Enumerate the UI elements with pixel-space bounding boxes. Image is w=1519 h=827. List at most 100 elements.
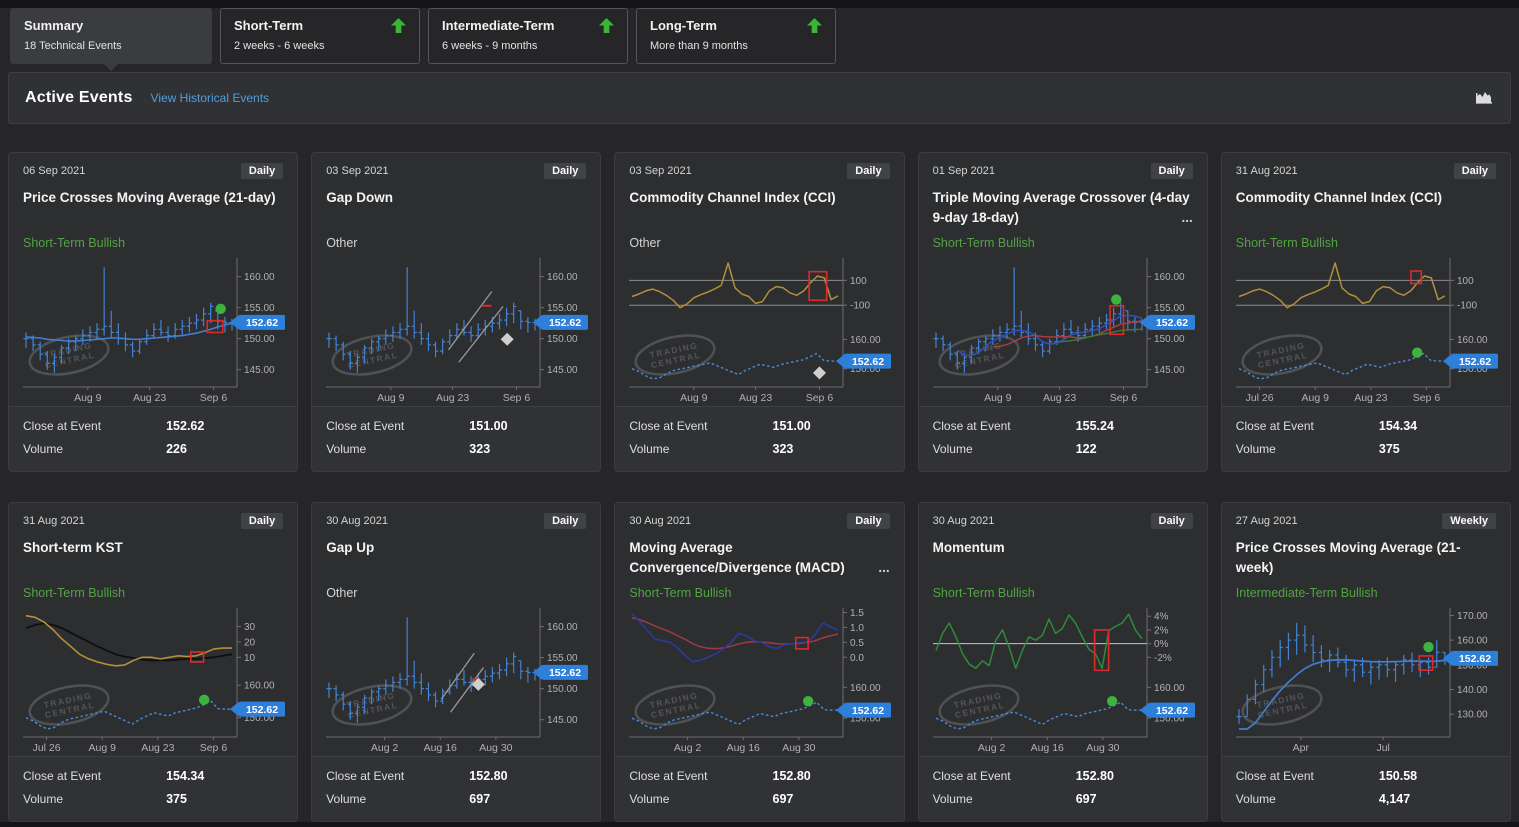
svg-text:10: 10 <box>244 653 256 664</box>
event-card-2[interactable]: 03 Sep 2021 Daily Gap Down... Other TRAD… <box>311 152 601 472</box>
event-classification: Short-Term Bullish <box>1222 236 1510 252</box>
close-at-event-value: 151.00 <box>469 415 586 438</box>
event-classification: Short-Term Bullish <box>9 586 297 602</box>
svg-text:Apr: Apr <box>1292 742 1309 754</box>
svg-text:Jul: Jul <box>1376 742 1389 754</box>
event-date: 31 Aug 2021 <box>23 515 85 527</box>
svg-text:152.62: 152.62 <box>549 317 581 329</box>
svg-text:Aug 30: Aug 30 <box>1086 742 1119 754</box>
svg-text:130.00: 130.00 <box>1457 710 1488 721</box>
tab-subtitle: 2 weeks - 6 weeks <box>234 40 406 52</box>
svg-text:Aug 9: Aug 9 <box>74 392 102 404</box>
svg-text:0.0: 0.0 <box>850 653 864 664</box>
event-mini-chart: TRADINGCENTRALAug 9Aug 23Sep 6160.00155.… <box>23 256 287 404</box>
svg-text:Aug 16: Aug 16 <box>1030 742 1063 754</box>
event-mini-chart: TRADINGCENTRALAug 9Aug 23Sep 6160.00155.… <box>933 256 1197 404</box>
close-at-event-label: Close at Event <box>629 765 772 788</box>
svg-text:152.62: 152.62 <box>549 667 581 679</box>
svg-text:152.62: 152.62 <box>852 705 884 717</box>
period-badge: Daily <box>1454 163 1496 179</box>
volume-label: Volume <box>1236 788 1379 811</box>
volume-value: 323 <box>773 438 890 461</box>
tab-title: Intermediate-Term <box>442 18 554 33</box>
event-mini-chart: TRADINGCENTRALAug 9Aug 23Sep 6160.00155.… <box>326 256 590 404</box>
svg-text:Sep 6: Sep 6 <box>1413 392 1441 404</box>
svg-text:145.00: 145.00 <box>547 365 578 376</box>
area-chart-icon[interactable] <box>1474 90 1494 106</box>
close-at-event-value: 154.34 <box>166 765 283 788</box>
volume-value: 122 <box>1076 438 1193 461</box>
tab-intermediate-term[interactable]: Intermediate-Term 6 weeks - 9 months <box>428 8 628 64</box>
events-grid: 06 Sep 2021 Daily Price Crosses Moving A… <box>8 152 1511 822</box>
period-badge: Daily <box>1151 513 1193 529</box>
event-card-7[interactable]: 30 Aug 2021 Daily Gap Up... Other TRADIN… <box>311 502 601 822</box>
event-title: Gap Down... <box>312 188 600 228</box>
svg-text:Aug 9: Aug 9 <box>88 742 116 754</box>
event-classification: Short-Term Bullish <box>919 586 1207 602</box>
close-at-event-value: 151.00 <box>773 415 890 438</box>
event-title: Price Crosses Moving Average (21-day)... <box>9 188 297 228</box>
svg-text:152.62: 152.62 <box>246 704 278 716</box>
svg-text:Aug 23: Aug 23 <box>141 742 174 754</box>
svg-text:30: 30 <box>244 622 256 633</box>
svg-text:160.00: 160.00 <box>547 622 578 633</box>
event-date: 31 Aug 2021 <box>1236 165 1298 177</box>
svg-text:-100: -100 <box>850 301 870 312</box>
close-at-event-value: 150.58 <box>1379 765 1496 788</box>
event-mini-chart: TRADINGCENTRALAprJul170.00160.00150.0014… <box>1236 606 1500 754</box>
svg-text:160.00: 160.00 <box>244 272 275 283</box>
up-arrow-icon <box>807 18 822 33</box>
svg-text:Sep 6: Sep 6 <box>503 392 531 404</box>
event-mini-chart: TRADINGCENTRALAug 2Aug 16Aug 301.51.00.5… <box>629 606 893 754</box>
event-card-5[interactable]: 31 Aug 2021 Daily Commodity Channel Inde… <box>1221 152 1511 472</box>
svg-text:1.5: 1.5 <box>850 608 864 619</box>
svg-text:Aug 23: Aug 23 <box>1354 392 1387 404</box>
svg-text:152.62: 152.62 <box>852 356 884 368</box>
close-at-event-value: 155.24 <box>1076 415 1193 438</box>
term-tabs: Summary 18 Technical Events Short-Term 2… <box>0 8 1519 64</box>
event-date: 03 Sep 2021 <box>326 165 388 177</box>
view-historical-events-link[interactable]: View Historical Events <box>151 91 270 105</box>
event-card-4[interactable]: 01 Sep 2021 Daily Triple Moving Average … <box>918 152 1208 472</box>
svg-text:160.00: 160.00 <box>547 272 578 283</box>
close-at-event-value: 152.62 <box>166 415 283 438</box>
tab-summary[interactable]: Summary 18 Technical Events <box>10 8 212 64</box>
event-stats: Close at Event 154.34 Volume 375 <box>1222 406 1510 471</box>
event-mini-chart: TRADINGCENTRALAug 9Aug 23Sep 6100-100160… <box>629 256 893 404</box>
close-at-event-label: Close at Event <box>326 415 469 438</box>
svg-text:Sep 6: Sep 6 <box>200 392 228 404</box>
period-badge: Daily <box>241 513 283 529</box>
svg-text:Jul 26: Jul 26 <box>33 742 61 754</box>
tab-short-term[interactable]: Short-Term 2 weeks - 6 weeks <box>220 8 420 64</box>
svg-text:Aug 2: Aug 2 <box>371 742 399 754</box>
svg-text:Sep 6: Sep 6 <box>1109 392 1137 404</box>
svg-text:155.00: 155.00 <box>547 303 578 314</box>
svg-text:170.00: 170.00 <box>1457 611 1488 622</box>
event-card-6[interactable]: 31 Aug 2021 Daily Short-term KST... Shor… <box>8 502 298 822</box>
svg-text:Sep 6: Sep 6 <box>806 392 834 404</box>
tab-long-term[interactable]: Long-Term More than 9 months <box>636 8 836 64</box>
tab-title: Summary <box>24 18 83 33</box>
event-card-10[interactable]: 27 Aug 2021 Weekly Price Crosses Moving … <box>1221 502 1511 822</box>
event-classification: Intermediate-Term Bullish <box>1222 586 1510 602</box>
event-card-8[interactable]: 30 Aug 2021 Daily Moving Average Converg… <box>614 502 904 822</box>
close-at-event-label: Close at Event <box>933 415 1076 438</box>
event-stats: Close at Event 150.58 Volume 4,147 <box>1222 756 1510 821</box>
svg-text:Aug 23: Aug 23 <box>739 392 772 404</box>
volume-value: 375 <box>166 788 283 811</box>
event-card-1[interactable]: 06 Sep 2021 Daily Price Crosses Moving A… <box>8 152 298 472</box>
event-date: 30 Aug 2021 <box>933 515 995 527</box>
close-at-event-label: Close at Event <box>629 415 772 438</box>
volume-value: 697 <box>1076 788 1193 811</box>
svg-text:Sep 6: Sep 6 <box>200 742 228 754</box>
volume-label: Volume <box>629 438 772 461</box>
period-badge: Weekly <box>1442 513 1496 529</box>
event-card-9[interactable]: 30 Aug 2021 Daily Momentum... Short-Term… <box>918 502 1208 822</box>
event-stats: Close at Event 152.80 Volume 697 <box>312 756 600 821</box>
event-title: Gap Up... <box>312 538 600 578</box>
close-at-event-label: Close at Event <box>1236 765 1379 788</box>
event-mini-chart: TRADINGCENTRALJul 26Aug 9Aug 23Sep 6100-… <box>1236 256 1500 404</box>
svg-text:160.00: 160.00 <box>1154 683 1185 694</box>
event-card-3[interactable]: 03 Sep 2021 Daily Commodity Channel Inde… <box>614 152 904 472</box>
svg-text:152.62: 152.62 <box>1156 705 1188 717</box>
